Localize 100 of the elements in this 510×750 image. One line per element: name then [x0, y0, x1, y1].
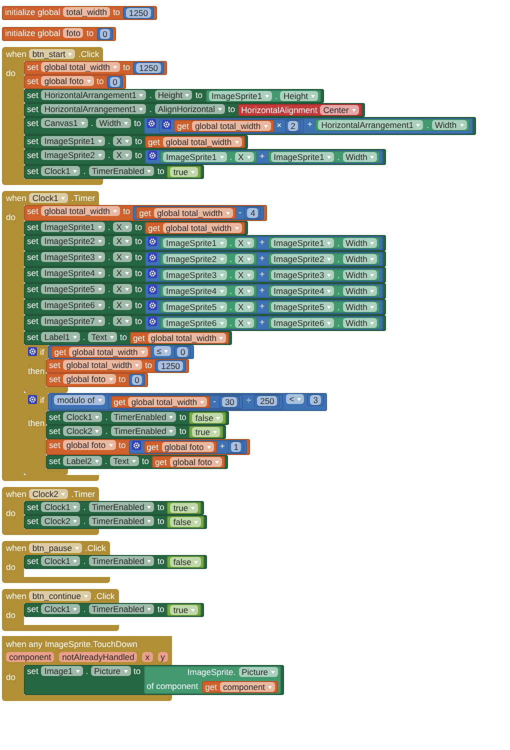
boolean-dropdown[interactable]: false — [170, 517, 202, 527]
object-dropdown[interactable]: HorizontalArrangement1 — [318, 120, 424, 130]
gear-icon[interactable] — [147, 119, 156, 128]
object-dropdown[interactable]: ImageSprite1 — [163, 152, 227, 162]
object-dropdown[interactable]: ImageSprite2 — [270, 254, 334, 264]
object-dropdown[interactable]: ImageSprite2 — [163, 254, 227, 264]
object-dropdown[interactable]: ImageSprite7 — [41, 316, 105, 326]
object-dropdown[interactable]: ImageSprite6 — [41, 300, 105, 310]
operator-dropdown[interactable]: < — [286, 394, 304, 404]
object-dropdown[interactable]: Canvas1 — [41, 118, 88, 128]
property-dropdown[interactable]: X — [113, 236, 132, 246]
variable-dropdown[interactable]: global total_width — [162, 137, 242, 147]
object-dropdown[interactable]: ImageSprite6 — [270, 318, 334, 328]
number-field[interactable]: 1250 — [126, 8, 151, 18]
object-dropdown[interactable]: ImageSprite6 — [163, 318, 227, 328]
boolean-dropdown[interactable]: true — [170, 605, 198, 615]
object-dropdown[interactable]: ImageSprite1 — [208, 91, 272, 101]
number-field[interactable]: 0 — [177, 347, 188, 357]
object-dropdown[interactable]: Clock1 — [63, 412, 102, 422]
function-dropdown[interactable]: modulo of — [54, 395, 105, 405]
variable-dropdown[interactable]: global total_width — [128, 397, 208, 407]
boolean-dropdown[interactable]: true — [170, 503, 198, 513]
gear-icon[interactable] — [148, 237, 158, 246]
object-dropdown[interactable]: Clock2 — [41, 516, 80, 526]
object-dropdown[interactable]: HorizontalArrangement1 — [41, 90, 146, 100]
object-dropdown[interactable]: ImageSprite1 — [270, 152, 334, 162]
variable-dropdown[interactable]: global total_width — [41, 206, 120, 216]
property-dropdown[interactable]: Picture — [91, 666, 131, 676]
variable-dropdown[interactable]: component — [220, 682, 276, 692]
object-dropdown[interactable]: Clock1 — [41, 502, 80, 512]
property-dropdown[interactable]: X — [234, 318, 254, 328]
property-dropdown[interactable]: Width — [342, 318, 378, 328]
number-field[interactable]: 1 — [230, 442, 242, 452]
variable-dropdown[interactable]: global foto — [170, 457, 222, 467]
property-dropdown[interactable]: X — [113, 284, 132, 294]
property-dropdown[interactable]: Width — [432, 120, 467, 130]
property-dropdown[interactable]: X — [113, 222, 132, 232]
variable-name-field[interactable]: foto — [63, 28, 84, 38]
property-dropdown[interactable]: TimerEnabled — [110, 426, 176, 436]
property-dropdown[interactable]: TimerEnabled — [88, 516, 154, 526]
parameter-field[interactable]: component — [6, 652, 54, 662]
property-dropdown[interactable]: TimerEnabled — [88, 502, 154, 512]
gear-icon[interactable] — [28, 347, 37, 356]
object-dropdown[interactable]: ImageSprite4 — [163, 286, 227, 296]
number-field[interactable]: 4 — [247, 208, 258, 218]
object-dropdown[interactable]: Clock2 — [63, 426, 102, 436]
object-dropdown[interactable]: btn_pause — [29, 543, 82, 553]
gear-icon[interactable] — [162, 120, 172, 129]
number-field[interactable]: 3 — [310, 395, 321, 405]
object-dropdown[interactable]: ImageSprite1 — [41, 136, 105, 146]
object-dropdown[interactable]: Clock2 — [29, 489, 68, 499]
property-dropdown[interactable]: Width — [96, 118, 132, 128]
property-dropdown[interactable]: Height — [280, 91, 318, 101]
property-dropdown[interactable]: Height — [154, 90, 192, 100]
boolean-dropdown[interactable]: true — [192, 427, 220, 437]
object-dropdown[interactable]: ImageSprite1 — [270, 238, 334, 248]
gear-icon[interactable] — [148, 151, 158, 160]
variable-dropdown[interactable]: global total_width — [192, 121, 271, 131]
property-dropdown[interactable]: Width — [342, 270, 378, 280]
variable-dropdown[interactable]: global foto — [63, 440, 116, 450]
object-dropdown[interactable]: Label1 — [41, 332, 80, 342]
object-dropdown[interactable]: ImageSprite3 — [41, 252, 105, 262]
object-dropdown[interactable]: Clock1 — [41, 604, 80, 614]
parameter-field[interactable]: notAlreadyHandled — [59, 652, 138, 662]
object-dropdown[interactable]: Label2 — [63, 456, 102, 466]
number-field[interactable]: 30 — [222, 397, 238, 407]
object-dropdown[interactable]: Clock1 — [41, 556, 80, 566]
object-dropdown[interactable]: ImageSprite2 — [41, 236, 105, 246]
gear-icon[interactable] — [132, 441, 141, 450]
variable-dropdown[interactable]: global total_width — [41, 62, 120, 72]
property-dropdown[interactable]: X — [113, 268, 132, 278]
object-dropdown[interactable]: Clock1 — [41, 166, 80, 176]
enum-dropdown[interactable]: Center — [320, 105, 359, 115]
object-dropdown[interactable]: ImageSprite5 — [270, 302, 334, 312]
variable-dropdown[interactable]: global foto — [63, 374, 116, 384]
property-dropdown[interactable]: Text — [110, 456, 139, 466]
gear-icon[interactable] — [148, 253, 158, 262]
variable-dropdown[interactable]: global foto — [162, 442, 214, 452]
property-dropdown[interactable]: Width — [342, 238, 378, 248]
property-dropdown[interactable]: TimerEnabled — [88, 166, 154, 176]
property-dropdown[interactable]: X — [113, 136, 132, 146]
property-dropdown[interactable]: Picture — [238, 667, 278, 677]
object-dropdown[interactable]: Clock1 — [29, 193, 68, 203]
property-dropdown[interactable]: X — [234, 286, 254, 296]
property-dropdown[interactable]: Text — [88, 332, 117, 342]
property-dropdown[interactable]: X — [234, 238, 254, 248]
property-dropdown[interactable]: Width — [342, 302, 378, 312]
number-field[interactable]: 0 — [110, 77, 120, 87]
property-dropdown[interactable]: X — [113, 300, 132, 310]
object-dropdown[interactable]: btn_start — [29, 49, 76, 59]
property-dropdown[interactable]: X — [113, 150, 132, 160]
object-dropdown[interactable]: ImageSprite3 — [270, 270, 334, 280]
parameter-field[interactable]: x — [142, 652, 153, 662]
property-dropdown[interactable]: TimerEnabled — [110, 412, 176, 422]
variable-dropdown[interactable]: global total_width — [148, 333, 226, 343]
gear-icon[interactable] — [148, 301, 158, 310]
property-dropdown[interactable]: X — [113, 316, 132, 326]
variable-dropdown[interactable]: global total_width — [69, 347, 148, 357]
boolean-dropdown[interactable]: false — [192, 413, 224, 423]
property-dropdown[interactable]: TimerEnabled — [88, 556, 154, 566]
